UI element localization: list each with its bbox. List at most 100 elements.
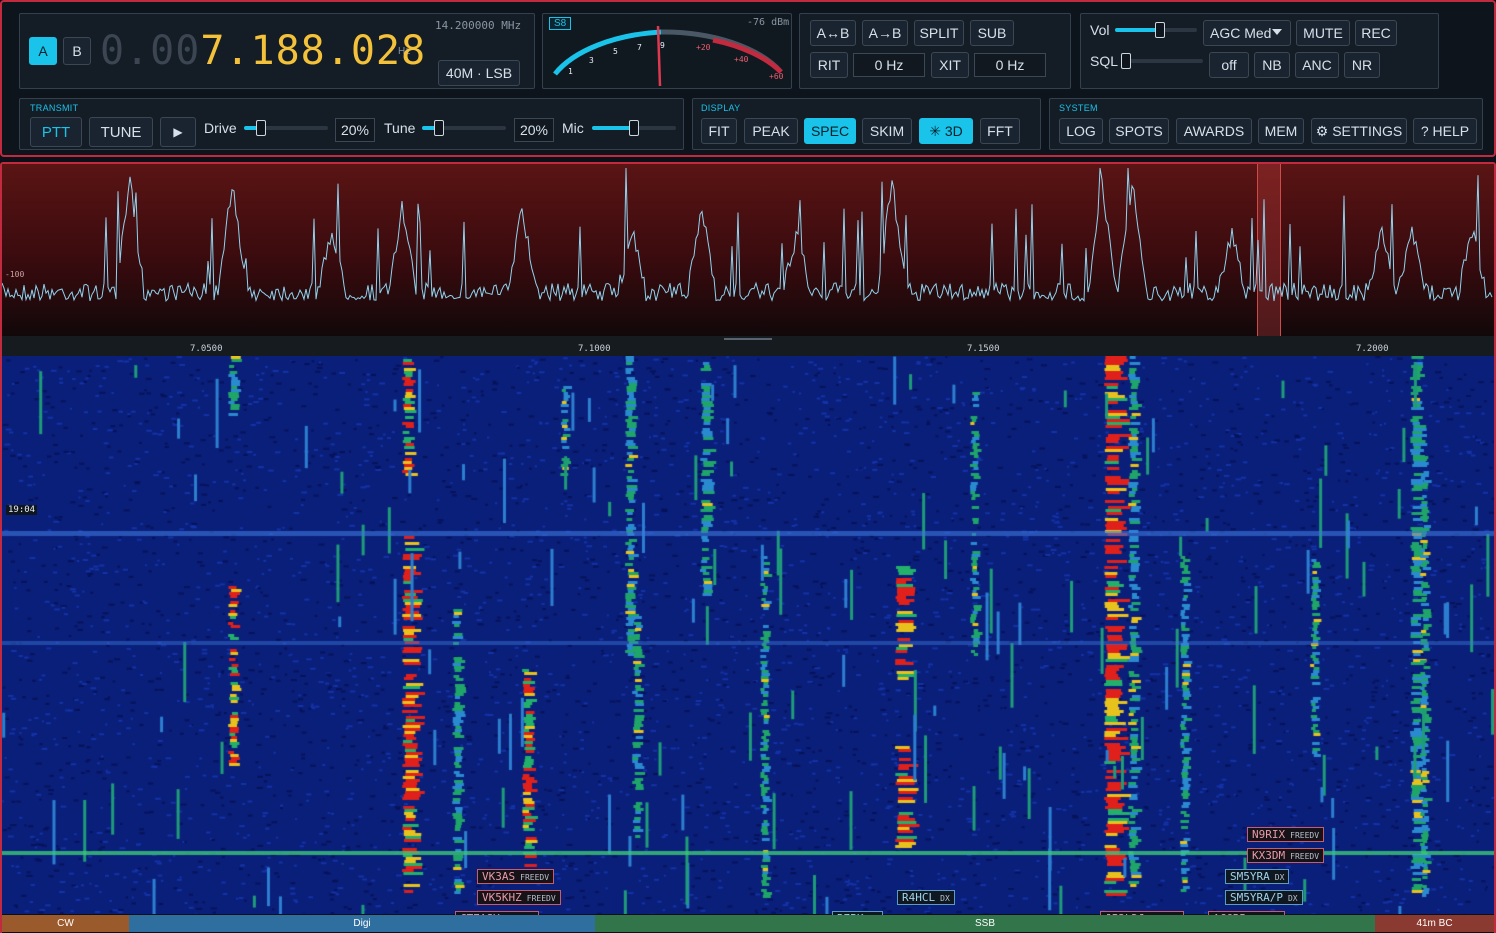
- sub-frequency: 14.200000 MHz: [435, 19, 522, 32]
- split-button[interactable]: SPLIT: [914, 20, 964, 46]
- band-segment-digi[interactable]: Digi: [129, 915, 595, 932]
- spots-button[interactable]: SPOTS: [1109, 118, 1169, 144]
- spot-callsign: SM5YRA: [1230, 870, 1270, 883]
- audio-panel: Vol AGC Med MUTE REC SQL off NB ANC NR: [1080, 13, 1439, 89]
- spot-label[interactable]: KX3DM FREEDV: [1247, 848, 1325, 863]
- spot-mode-tag: FREEDV: [1290, 852, 1320, 861]
- transmit-section-title: TRANSMIT: [30, 103, 79, 113]
- mem-button[interactable]: MEM: [1258, 118, 1304, 144]
- ptt-button[interactable]: PTT: [30, 117, 82, 147]
- freq-tick-7150: 7.1500: [967, 344, 1000, 354]
- tune-button[interactable]: TUNE: [89, 117, 153, 147]
- system-panel: SYSTEM LOG SPOTS AWARDS MEM ⚙ SETTINGS ?…: [1049, 98, 1483, 150]
- spec-button[interactable]: SPEC: [804, 118, 856, 144]
- fft-button[interactable]: FFT: [980, 118, 1020, 144]
- vfo-a-button[interactable]: A: [29, 37, 57, 65]
- splitter-handle[interactable]: [724, 338, 772, 340]
- a-to-b-button[interactable]: A→B: [862, 20, 908, 46]
- s-meter-mark-60: +60: [769, 72, 784, 81]
- log-button[interactable]: LOG: [1059, 118, 1103, 144]
- nb-button[interactable]: NB: [1254, 52, 1290, 78]
- spot-label[interactable]: VK5KHZ FREEDV: [477, 890, 561, 905]
- rit-button[interactable]: RIT: [810, 52, 848, 78]
- three-d-button[interactable]: ✳ 3D: [919, 118, 973, 144]
- spot-label[interactable]: SM5YRA DX: [1225, 869, 1290, 884]
- agc-select[interactable]: AGC Med: [1203, 20, 1291, 46]
- s-meter-mark-9: 9: [660, 41, 665, 50]
- agc-value: AGC Med: [1210, 25, 1272, 41]
- freq-tick-7200: 7.2000: [1356, 344, 1389, 354]
- spot-mode-tag: FREEDV: [520, 873, 550, 882]
- spot-mode-tag: DX: [940, 894, 950, 903]
- spectrum-display[interactable]: -100: [2, 164, 1494, 336]
- sub-button[interactable]: SUB: [970, 20, 1014, 46]
- spectrum-trace: [2, 167, 1493, 303]
- a-swap-b-button[interactable]: A↔B: [810, 20, 856, 46]
- frequency-scale: [2, 336, 1494, 356]
- xit-offset-field[interactable]: 0 Hz: [974, 53, 1046, 77]
- frequency-leading-digits: 0.00: [100, 28, 201, 74]
- drive-value: 20%: [335, 118, 375, 142]
- s-meter-gauge: 1 3 5 7 9 +20 +40 +60: [553, 25, 784, 87]
- vol-label: Vol: [1090, 22, 1110, 38]
- band-segment-cw[interactable]: CW: [2, 915, 129, 932]
- mute-button[interactable]: MUTE: [1296, 20, 1350, 46]
- spot-callsign: KX3DM: [1252, 849, 1286, 862]
- sdr-app: A B 14.200000 MHz Hz 40M · LSB 0.007.188…: [0, 0, 1496, 933]
- tune-label: Tune: [384, 120, 416, 136]
- system-section-title: SYSTEM: [1059, 103, 1098, 113]
- s-meter-mark-5: 5: [613, 47, 618, 56]
- freq-tick-7050: 7.0500: [190, 344, 223, 354]
- rec-button[interactable]: REC: [1355, 20, 1397, 46]
- spot-callsign: VK5KHZ: [482, 891, 522, 904]
- s-meter-mark-1: 1: [568, 67, 573, 76]
- chevron-down-icon: [1272, 29, 1282, 35]
- spot-mode-tag: FREEDV: [1290, 831, 1320, 840]
- band-segment-41m-bc[interactable]: 41m BC: [1375, 915, 1494, 932]
- spot-mode-tag: FREEDV: [526, 894, 556, 903]
- s-meter-mark-40: +40: [734, 55, 749, 64]
- vfo-controls-panel: A↔B A→B SPLIT SUB RIT 0 Hz XIT 0 Hz: [799, 13, 1071, 89]
- s-meter-panel: S8 -76 dBm 1 3 5 7 9 +20 +40 +60: [542, 13, 792, 89]
- spot-callsign: N9RIX: [1252, 828, 1286, 841]
- help-button[interactable]: ? HELP: [1413, 118, 1477, 144]
- drive-label: Drive: [204, 120, 237, 136]
- spot-mode-tag: DX: [1274, 873, 1285, 882]
- skim-button[interactable]: SKIM: [862, 118, 912, 144]
- rit-offset-field[interactable]: 0 Hz: [853, 53, 925, 77]
- frequency-display[interactable]: 0.007.188.028: [100, 28, 426, 74]
- spot-label[interactable]: SM5YRA/P DX: [1225, 890, 1303, 905]
- control-header: A B 14.200000 MHz Hz 40M · LSB 0.007.188…: [0, 0, 1496, 157]
- vol-slider[interactable]: [1115, 22, 1197, 38]
- band-segment-ssb[interactable]: SSB: [595, 915, 1375, 932]
- waterfall-time-label: 19:04: [6, 505, 38, 515]
- anc-button[interactable]: ANC: [1295, 52, 1339, 78]
- band-mode-button[interactable]: 40M · LSB: [438, 60, 520, 86]
- spot-label[interactable]: R4HCL DX: [897, 890, 955, 905]
- transmit-panel: TRANSMIT PTT TUNE ▶ Drive 20% Tune 20% M…: [19, 98, 684, 150]
- awards-button[interactable]: AWARDS: [1176, 118, 1252, 144]
- peak-button[interactable]: PEAK: [744, 118, 798, 144]
- xit-button[interactable]: XIT: [931, 52, 969, 78]
- spectrum-trace-line: [2, 167, 1493, 303]
- drive-slider[interactable]: [244, 120, 328, 136]
- tune-slider[interactable]: [422, 120, 506, 136]
- mic-slider[interactable]: [592, 120, 676, 136]
- frequency-digits: 7.188.028: [200, 28, 427, 74]
- display-section-title: DISPLAY: [701, 103, 741, 113]
- fit-button[interactable]: FIT: [701, 118, 737, 144]
- nr-button[interactable]: NR: [1344, 52, 1380, 78]
- spot-label[interactable]: N9RIX FREEDV: [1247, 827, 1325, 842]
- play-button[interactable]: ▶: [160, 117, 196, 147]
- settings-button[interactable]: ⚙ SETTINGS: [1311, 118, 1407, 144]
- spot-mode-tag: DX: [1287, 894, 1298, 903]
- s-meter-mark-20: +20: [696, 43, 711, 52]
- display-panel: DISPLAY FIT PEAK SPEC SKIM ✳ 3D FFT: [692, 98, 1041, 150]
- s-meter-mark-7: 7: [637, 43, 642, 52]
- nb-value-field[interactable]: off: [1209, 52, 1249, 78]
- vfo-b-button[interactable]: B: [63, 37, 91, 65]
- s-meter-mark-3: 3: [589, 56, 594, 65]
- spot-callsign: R4HCL: [902, 891, 936, 904]
- sql-slider[interactable]: [1121, 53, 1203, 69]
- spot-label[interactable]: VK3AS FREEDV: [477, 869, 555, 884]
